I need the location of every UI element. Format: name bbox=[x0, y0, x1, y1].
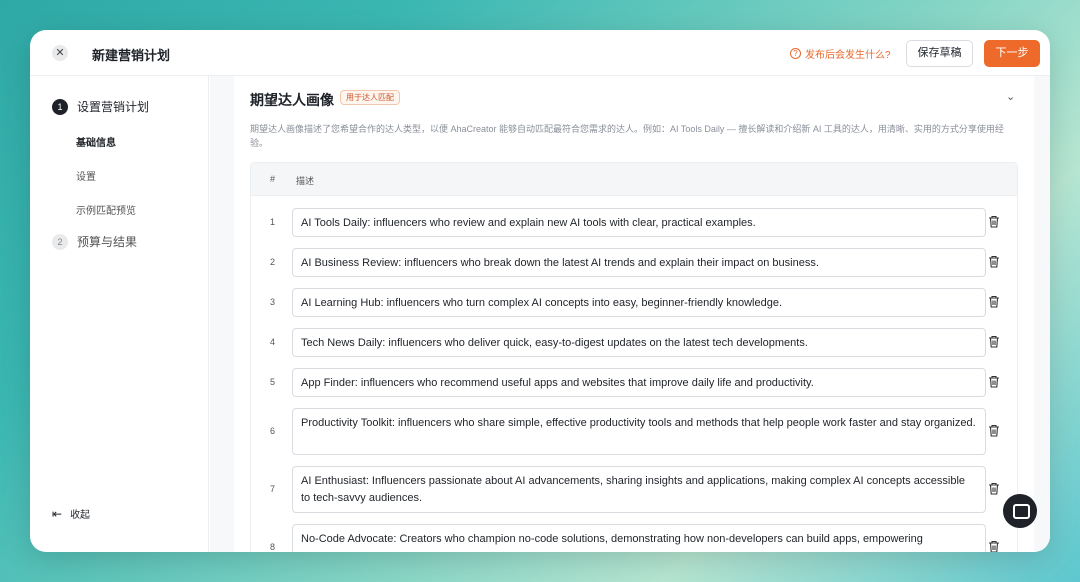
step-setup-plan[interactable]: 1 设置营销计划 bbox=[52, 98, 149, 115]
row-number: 8 bbox=[270, 541, 276, 552]
section-description: 期望达人画像描述了您希望合作的达人类型，以便 AhaCreator 能够自动匹配… bbox=[250, 124, 1004, 148]
row-number: 7 bbox=[270, 483, 276, 494]
collapse-left-icon: ⇤ bbox=[52, 506, 63, 521]
save-draft-button[interactable]: 保存草稿 bbox=[906, 40, 973, 67]
sidebar: 1 设置营销计划 基础信息 设置 示例匹配预览 2 预算与结果 ⇤ 收起 bbox=[30, 76, 209, 552]
table-row: 2 AI Business Review: influencers who bre… bbox=[251, 248, 1017, 277]
description-input[interactable]: App Finder: influencers who recommend us… bbox=[292, 368, 986, 397]
row-number: 5 bbox=[270, 376, 276, 387]
description-input[interactable]: Tech News Daily: influencers who deliver… bbox=[292, 328, 986, 357]
top-bar: ✕ 新建营销计划 ? 发布后会发生什么? 保存草稿 下一步 bbox=[30, 30, 1050, 76]
section-tag: 用于达人匹配 bbox=[340, 90, 400, 105]
table-header: # 描述 bbox=[251, 163, 1017, 196]
section-title: 期望达人画像 bbox=[250, 92, 334, 108]
trash-icon[interactable] bbox=[988, 215, 1000, 231]
table-row: 1 AI Tools Daily: influencers who review … bbox=[251, 208, 1017, 237]
trash-icon[interactable] bbox=[988, 255, 1000, 271]
step-label: 设置营销计划 bbox=[77, 100, 150, 114]
table-row: 5 App Finder: influencers who recommend u… bbox=[251, 368, 1017, 397]
trash-icon[interactable] bbox=[988, 424, 1000, 440]
trash-icon[interactable] bbox=[988, 295, 1000, 311]
description-input[interactable]: AI Enthusiast: Influencers passionate ab… bbox=[292, 466, 986, 513]
help-link-label: 发布后会发生什么? bbox=[805, 50, 891, 61]
table-row: 4 Tech News Daily: influencers who delive… bbox=[251, 328, 1017, 357]
page-title: 新建营销计划 bbox=[92, 48, 171, 63]
description-input[interactable]: AI Learning Hub: influencers who turn co… bbox=[292, 288, 986, 317]
collapse-label: 收起 bbox=[70, 510, 91, 521]
section-card: 期望达人画像 用于达人匹配 ⌄ 期望达人画像描述了您希望合作的达人类型，以便 A… bbox=[234, 76, 1034, 552]
substep-settings[interactable]: 设置 bbox=[76, 168, 96, 183]
chat-icon[interactable] bbox=[1003, 494, 1037, 528]
trash-icon[interactable] bbox=[988, 482, 1000, 498]
trash-icon[interactable] bbox=[988, 375, 1000, 391]
close-icon[interactable]: ✕ bbox=[52, 45, 68, 61]
step-number: 2 bbox=[52, 233, 68, 250]
trash-icon[interactable] bbox=[988, 540, 1000, 552]
persona-table: # 描述 1 AI Tools Daily: influencers who re… bbox=[250, 162, 1018, 552]
description-input[interactable]: Productivity Toolkit: influencers who sh… bbox=[292, 408, 986, 455]
row-number: 3 bbox=[270, 296, 276, 307]
app-window: ✕ 新建营销计划 ? 发布后会发生什么? 保存草稿 下一步 1 设置营销计划 基… bbox=[30, 30, 1050, 552]
table-row: 6 Productivity Toolkit: influencers who s… bbox=[251, 408, 1017, 455]
row-number: 6 bbox=[270, 425, 276, 436]
collapse-sidebar-button[interactable]: ⇤ 收起 bbox=[52, 506, 91, 522]
description-input[interactable]: AI Tools Daily: influencers who review a… bbox=[292, 208, 986, 237]
substep-match-preview[interactable]: 示例匹配预览 bbox=[76, 202, 136, 217]
description-input[interactable]: AI Business Review: influencers who brea… bbox=[292, 248, 986, 277]
description-input[interactable]: No-Code Advocate: Creators who champion … bbox=[292, 524, 986, 552]
row-number: 1 bbox=[270, 216, 276, 227]
row-number: 2 bbox=[270, 256, 276, 267]
column-header-num: # bbox=[270, 174, 276, 184]
row-number: 4 bbox=[270, 336, 276, 347]
main-content: 期望达人画像 用于达人匹配 ⌄ 期望达人画像描述了您希望合作的达人类型，以便 A… bbox=[210, 76, 1050, 552]
column-header-desc: 描述 bbox=[296, 176, 315, 186]
table-row: 7 AI Enthusiast: Influencers passionate a… bbox=[251, 466, 1017, 513]
help-link[interactable]: ? 发布后会发生什么? bbox=[790, 46, 891, 61]
step-label: 预算与结果 bbox=[77, 235, 138, 249]
step-number: 1 bbox=[52, 98, 68, 115]
substep-basic-info[interactable]: 基础信息 bbox=[76, 134, 116, 149]
trash-icon[interactable] bbox=[988, 335, 1000, 351]
table-row: 3 AI Learning Hub: influencers who turn c… bbox=[251, 288, 1017, 317]
next-step-button[interactable]: 下一步 bbox=[984, 40, 1040, 67]
chevron-down-icon[interactable]: ⌄ bbox=[1006, 90, 1015, 103]
question-circle-icon: ? bbox=[790, 48, 801, 59]
table-row: 8 No-Code Advocate: Creators who champion… bbox=[251, 524, 1017, 552]
step-budget-results[interactable]: 2 预算与结果 bbox=[52, 233, 137, 250]
